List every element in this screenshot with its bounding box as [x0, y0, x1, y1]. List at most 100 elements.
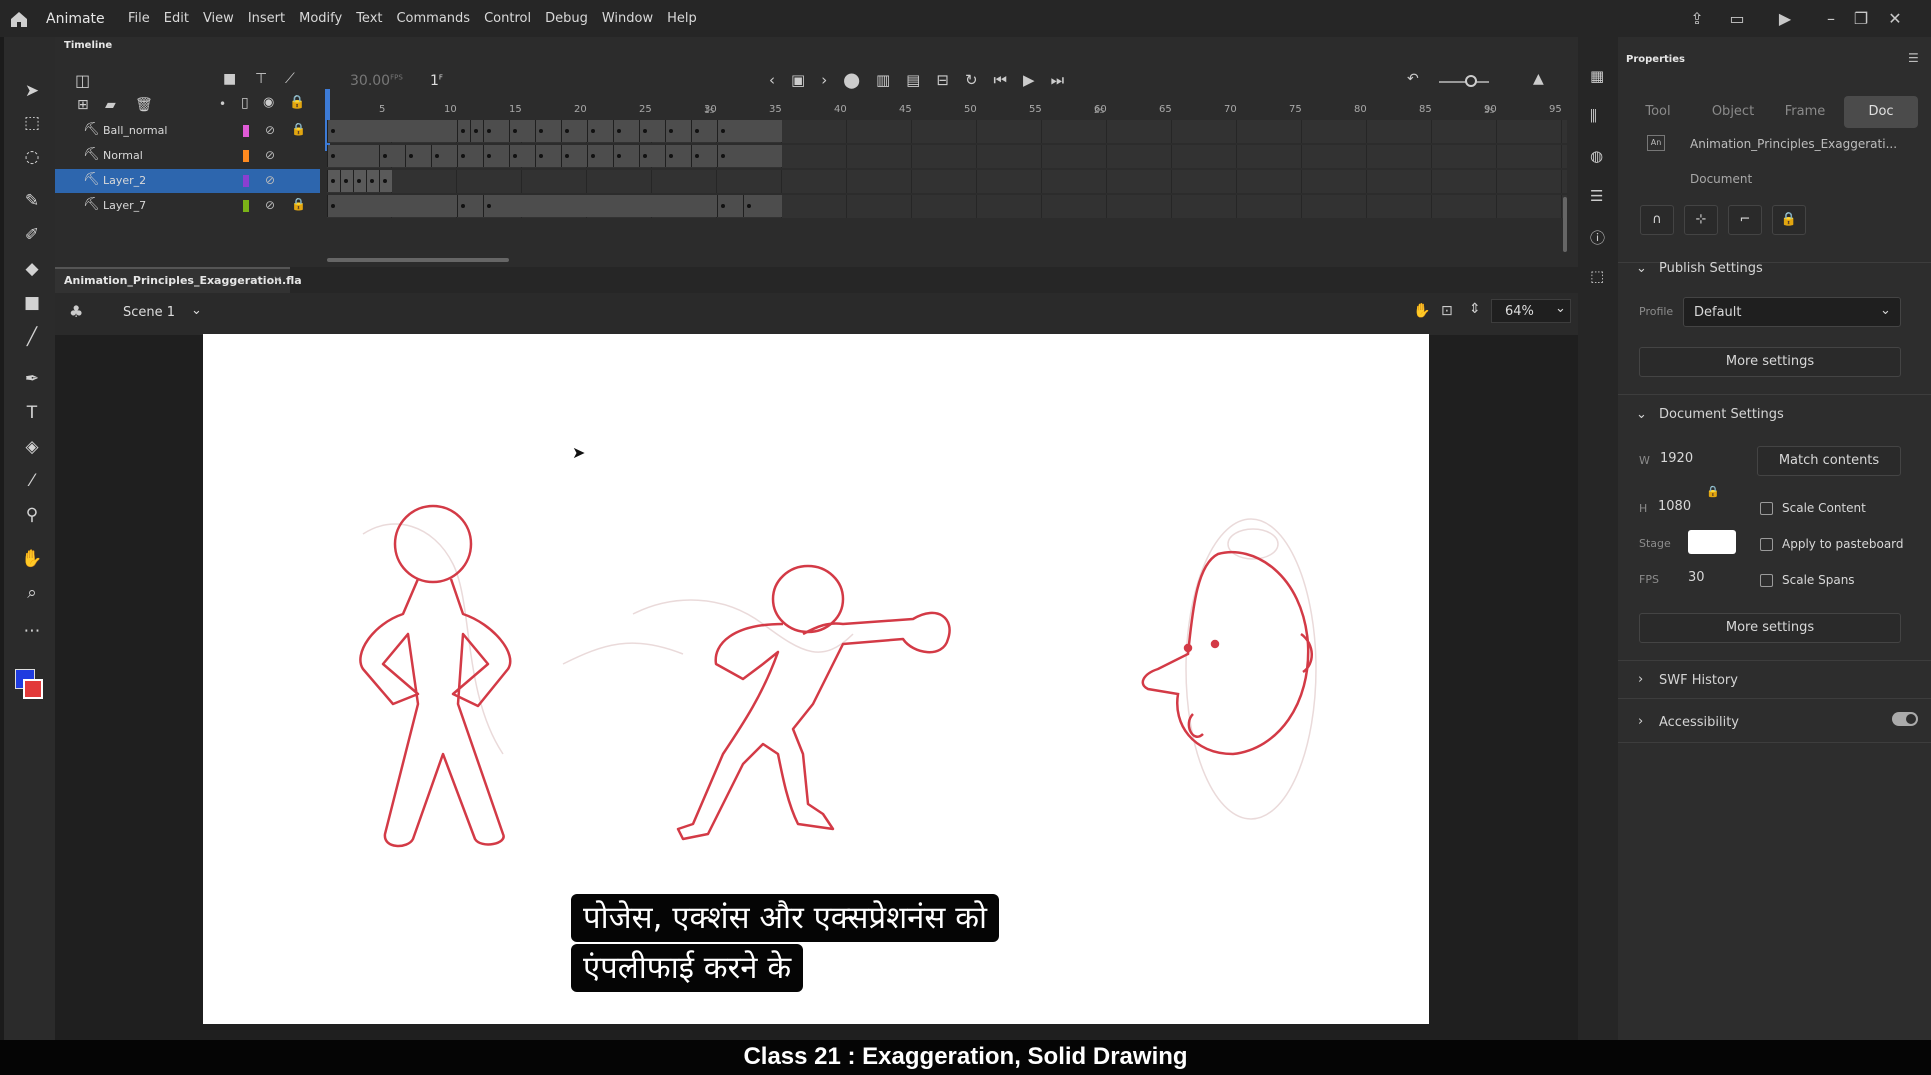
figure-punching[interactable] [676, 564, 951, 841]
eyedropper-tool-icon[interactable]: ⁄ [18, 467, 46, 495]
stage[interactable]: पोजेस, एक्शंस और एक्सप्रेशनंस को एंपलीफा… [203, 334, 1429, 1024]
lasso-tool-icon[interactable]: ◌ [18, 143, 46, 171]
layer-layer-7[interactable]: ⛏ Layer_7 ⊘ 🔒 [55, 194, 320, 218]
frame-row-empty[interactable] [327, 170, 1567, 193]
paint-bucket-tool-icon[interactable]: ◈ [18, 433, 46, 461]
timeline-zoom-slider[interactable] [1439, 81, 1489, 83]
motion-presets-icon[interactable]: ◍ [1590, 147, 1603, 165]
link-lock-icon[interactable]: 🔒 [1706, 485, 1720, 498]
step-forward-icon[interactable]: ⏭ [1051, 71, 1065, 89]
library-icon[interactable]: ▦ [1590, 67, 1604, 85]
frame-span[interactable] [327, 145, 782, 167]
delete-layer-icon[interactable]: 🗑 [135, 97, 153, 113]
keyframe[interactable] [487, 204, 491, 208]
guides-icon[interactable]: ⊹ [1684, 205, 1718, 235]
layer-color-swatch[interactable] [243, 150, 249, 162]
document-tab-label[interactable]: Animation_Principles_Exaggeration.fla [64, 274, 302, 287]
layer-name[interactable]: Normal [103, 149, 143, 162]
prev-keyframe-icon[interactable]: ‹ [769, 71, 775, 89]
document-more-settings-button[interactable]: More settings [1639, 613, 1901, 643]
layer-name[interactable]: Layer_2 [103, 174, 146, 187]
publish-more-settings-button[interactable]: More settings [1639, 347, 1901, 377]
close-icon[interactable]: ✕ [1884, 8, 1906, 30]
text-tool-icon[interactable]: T [18, 399, 46, 427]
timeline-h-scrollbar[interactable] [327, 258, 509, 262]
play-icon[interactable]: ▶ [1023, 71, 1035, 89]
menu-text[interactable]: Text [356, 11, 382, 26]
layer-name[interactable]: Layer_7 [103, 199, 146, 212]
snap-icon[interactable]: ∩ [1640, 205, 1674, 235]
keyframe[interactable] [461, 129, 465, 133]
document-tab[interactable]: Animation_Principles_Exaggeration.fla × [55, 267, 302, 293]
chevron-down-icon[interactable]: ⌄ [1636, 407, 1647, 422]
assets-icon[interactable]: ⫼ [1590, 107, 1597, 125]
scale-content-checkbox[interactable] [1760, 502, 1773, 515]
timeline-zoom-handle[interactable] [1465, 75, 1477, 87]
apply-pasteboard-checkbox[interactable] [1760, 538, 1773, 551]
restore-icon[interactable]: ❐ [1850, 8, 1872, 30]
hidden-eye-icon[interactable]: ⊘ [265, 123, 275, 137]
rulers-icon[interactable]: ⌐ [1728, 205, 1762, 235]
stage-color-swatch[interactable] [1688, 530, 1736, 554]
fps-value[interactable]: 30.00 [350, 73, 390, 89]
scene-dropdown-icon[interactable]: ⌄ [191, 303, 202, 318]
keyframe[interactable] [461, 154, 465, 158]
visibility-icon[interactable]: ◉ [263, 95, 274, 110]
keyframe[interactable] [331, 204, 335, 208]
accessibility-toggle[interactable] [1892, 712, 1918, 726]
keyframe[interactable] [487, 129, 491, 133]
keyframe[interactable] [331, 154, 335, 158]
keyframe[interactable] [344, 179, 348, 183]
free-transform-tool-icon[interactable]: ⬚ [18, 109, 46, 137]
menu-view[interactable]: View [203, 11, 234, 26]
keyframe[interactable] [370, 179, 374, 183]
keyframe[interactable] [617, 129, 621, 133]
menu-window[interactable]: Window [602, 11, 653, 26]
info-icon[interactable]: ⓘ [1590, 227, 1605, 248]
chevron-right-icon[interactable]: › [1638, 672, 1643, 687]
zoom-tool-icon[interactable]: ⌕ [18, 579, 46, 607]
lock-icon[interactable]: 🔒 [291, 122, 306, 136]
keyframe[interactable] [669, 154, 673, 158]
current-frame[interactable]: 1 [430, 73, 439, 89]
frame-span-icon[interactable]: ⊟ [936, 71, 949, 89]
menu-debug[interactable]: Debug [545, 11, 588, 26]
keyframe[interactable] [721, 129, 725, 133]
transform-icon[interactable]: ⬚ [1590, 267, 1604, 285]
lock-icon[interactable]: 🔒 [291, 197, 306, 211]
tab-doc[interactable]: Doc [1844, 96, 1918, 128]
play-test-icon[interactable]: ▶ [1774, 8, 1796, 30]
highlight-icon[interactable]: • [219, 97, 226, 111]
selection-tool-icon[interactable]: ➤ [18, 77, 46, 105]
pin-tool-icon[interactable]: ⚲ [18, 501, 46, 529]
keyframe[interactable] [409, 154, 413, 158]
hidden-eye-icon[interactable]: ⊘ [265, 148, 275, 162]
scale-spans-checkbox[interactable] [1760, 574, 1773, 587]
keyframe[interactable] [643, 154, 647, 158]
minimize-icon[interactable]: – [1820, 8, 1842, 30]
layer-color-swatch[interactable] [243, 200, 249, 212]
lock-all-icon[interactable]: 🔒 [289, 95, 305, 110]
keyframe[interactable] [461, 204, 465, 208]
layer-color-swatch[interactable] [243, 125, 249, 137]
keyframe[interactable] [617, 154, 621, 158]
layers-icon[interactable]: ◫ [75, 71, 90, 90]
height-value[interactable]: 1080 [1658, 499, 1691, 514]
camera-icon[interactable]: ■ [223, 71, 236, 87]
new-layer-icon[interactable]: ⊞ [77, 97, 89, 113]
keyframe[interactable] [539, 129, 543, 133]
keyframe[interactable] [435, 154, 439, 158]
figure-exaggerated-face[interactable] [1141, 550, 1313, 756]
keyframe[interactable] [721, 204, 725, 208]
keyframe[interactable] [565, 129, 569, 133]
keyframe[interactable] [721, 154, 725, 158]
tab-frame[interactable]: Frame [1768, 96, 1842, 128]
home-icon[interactable] [8, 8, 30, 30]
document-settings-header[interactable]: Document Settings [1659, 407, 1784, 422]
menu-modify[interactable]: Modify [299, 11, 342, 26]
keyframe[interactable] [383, 154, 387, 158]
lock-guides-icon[interactable]: 🔒 [1772, 205, 1806, 235]
brush-tool-icon[interactable]: ✐ [18, 221, 46, 249]
close-tab-icon[interactable]: × [273, 273, 282, 286]
menu-commands[interactable]: Commands [396, 11, 470, 26]
